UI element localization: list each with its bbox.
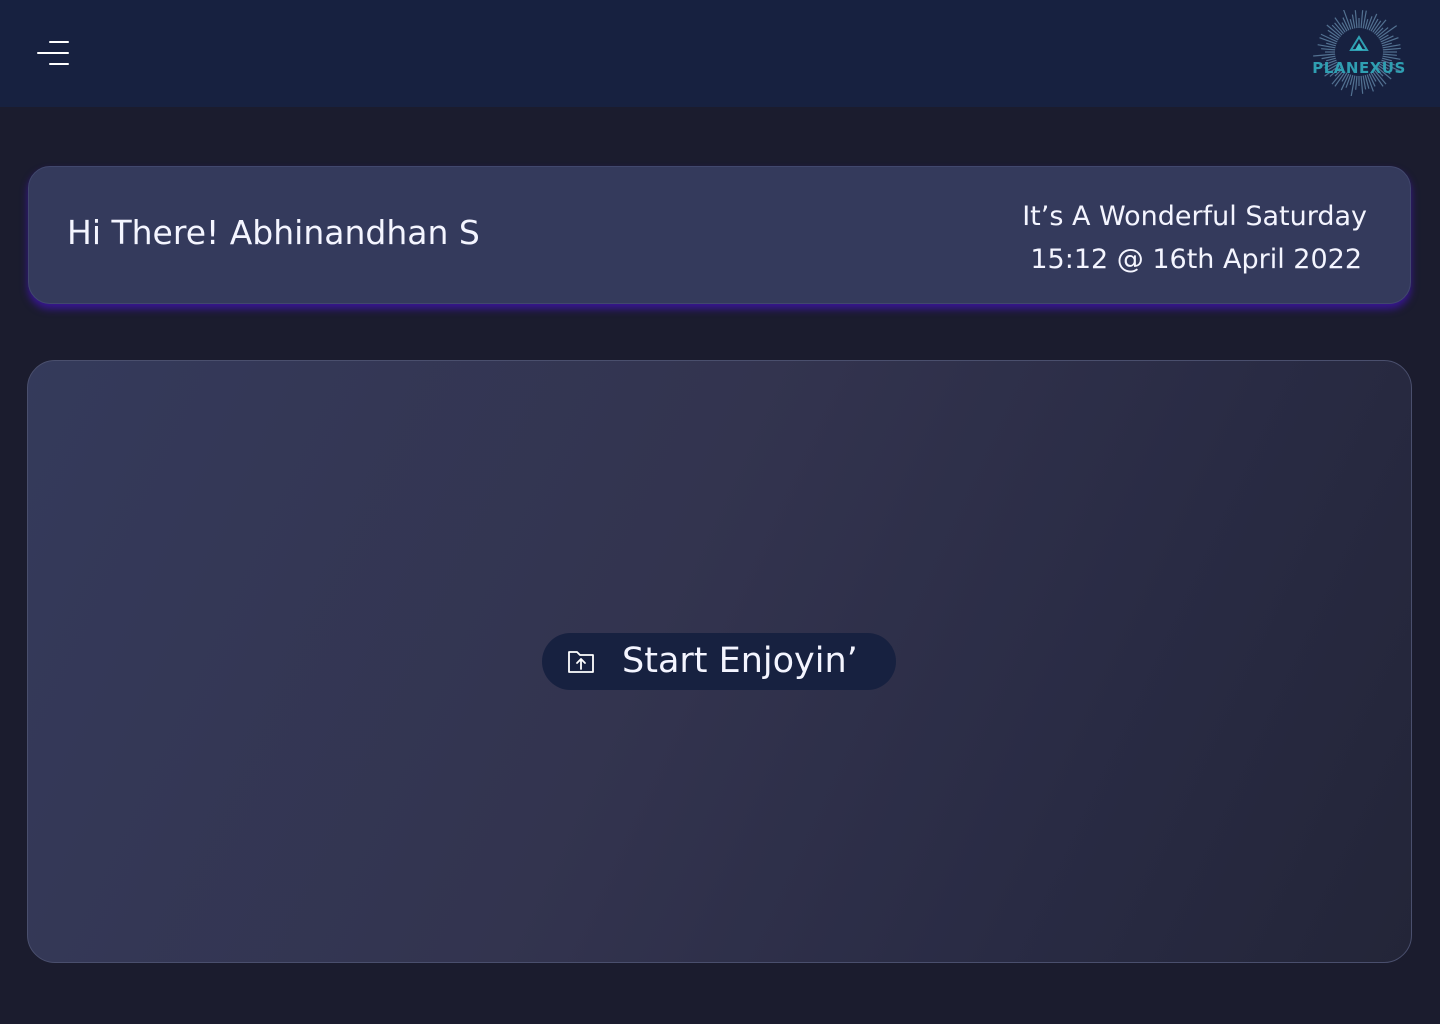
logo-text: PLANEXUS — [1312, 59, 1406, 77]
hamburger-menu-icon[interactable] — [36, 38, 70, 68]
top-bar: PLANEXUS — [0, 0, 1440, 107]
user-greeting: Hi There! Abhinandhan S — [67, 213, 480, 252]
logo-sunburst-icon — [1313, 8, 1401, 98]
start-button-label: Start Enjoyin’ — [622, 641, 858, 681]
date-block: It’s A Wonderful Saturday 15:12 @ 16th A… — [1022, 197, 1367, 283]
main-panel: Start Enjoyin’ — [27, 360, 1412, 963]
start-enjoyin-button[interactable]: Start Enjoyin’ — [542, 633, 896, 690]
folder-upload-icon — [568, 651, 594, 673]
greeting-card: Hi There! Abhinandhan S It’s A Wonderful… — [28, 166, 1411, 304]
datetime-text: 15:12 @ 16th April 2022 — [1030, 244, 1362, 275]
planexus-logo[interactable]: PLANEXUS — [1306, 8, 1412, 98]
day-message: It’s A Wonderful Saturday — [1022, 201, 1367, 232]
